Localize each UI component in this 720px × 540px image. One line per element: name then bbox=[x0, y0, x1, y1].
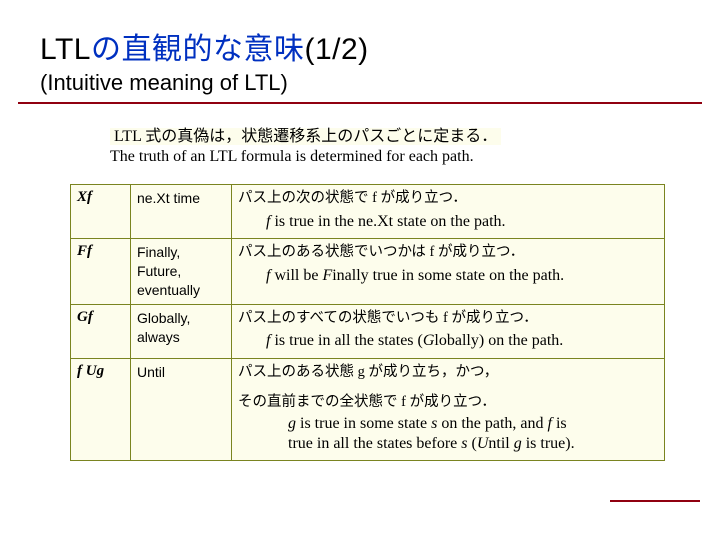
name-cell: Finally, Future, eventually bbox=[130, 239, 231, 305]
var-g: g bbox=[288, 415, 296, 432]
op-label: Ff bbox=[77, 243, 92, 259]
desc-en-mid: is true in all the states ( bbox=[270, 332, 422, 349]
t: ( bbox=[468, 435, 477, 452]
op-cell: Ff bbox=[71, 239, 131, 305]
title-area: LTLの直観的な意味(1/2) (Intuitive meaning of LT… bbox=[0, 0, 720, 96]
desc-cell: パス上のすべての状態でいつも f が成り立つ． f is true in all… bbox=[232, 304, 665, 358]
title-rule bbox=[18, 102, 702, 104]
desc-en-mid: will be bbox=[274, 267, 322, 284]
t: is true in some state bbox=[296, 415, 431, 432]
op-name: Until bbox=[137, 364, 165, 380]
desc-en: f will be Finally true in some state on … bbox=[266, 265, 658, 287]
title-middle: の直観的な意味 bbox=[91, 33, 305, 66]
t: on the path, and bbox=[437, 415, 547, 432]
desc-ja: パス上のある状態 g が成り立ち，かつ， bbox=[238, 363, 658, 383]
t: is bbox=[552, 415, 567, 432]
desc-en-text: inally true in some state on the path. bbox=[332, 267, 564, 284]
op-name: ne.Xt time bbox=[137, 190, 200, 206]
desc-ja: パス上のある状態でいつかは f が成り立つ． bbox=[238, 244, 524, 260]
desc-en: f is true in the ne.Xt state on the path… bbox=[266, 211, 658, 233]
table-row: Gf Globally, always パス上のすべての状態でいつも f が成り… bbox=[71, 304, 665, 358]
t: true in all the states before bbox=[288, 435, 461, 452]
t: ntil bbox=[488, 435, 513, 452]
slide: LTLの直観的な意味(1/2) (Intuitive meaning of LT… bbox=[0, 0, 720, 540]
desc-ja: パス上のすべての状態でいつも f が成り立つ． bbox=[238, 310, 538, 326]
op-label: f Ug bbox=[77, 363, 104, 379]
desc-en-text: lobally) on the path. bbox=[434, 332, 563, 349]
table-row: Ff Finally, Future, eventually パス上のある状態で… bbox=[71, 239, 665, 305]
em-letter: U bbox=[477, 435, 489, 452]
desc-en: f is true in all the states (Globally) o… bbox=[266, 330, 658, 352]
op-label: Xf bbox=[77, 189, 92, 205]
name-cell: ne.Xt time bbox=[130, 185, 231, 239]
table-row: f Ug Until パス上のある状態 g が成り立ち，かつ， その直前までの全… bbox=[71, 358, 665, 460]
desc-cell: パス上の次の状態で f が成り立つ． f is true in the ne.X… bbox=[232, 185, 665, 239]
desc-ja: パス上の次の状態で f が成り立つ． bbox=[238, 190, 467, 206]
intro-block: LTL 式の真偽は，状態遷移系上のパスごとに定まる． The truth of … bbox=[110, 122, 600, 166]
intro-en: The truth of an LTL formula is determine… bbox=[110, 148, 600, 166]
op-name: Globally, always bbox=[137, 310, 190, 345]
table-row: Xf ne.Xt time パス上の次の状態で f が成り立つ． f is tr… bbox=[71, 185, 665, 239]
title-prefix: LTL bbox=[40, 33, 91, 66]
desc-en: g is true in some state s on the path, a… bbox=[288, 414, 658, 454]
desc-cell: パス上のある状態 g が成り立ち，かつ， その直前までの全状態で f が成り立つ… bbox=[232, 358, 665, 460]
em-letter: G bbox=[423, 332, 435, 349]
desc-cell: パス上のある状態でいつかは f が成り立つ． f will be Finally… bbox=[232, 239, 665, 305]
em-letter: F bbox=[322, 267, 332, 284]
desc-en-text: is true in the ne.Xt state on the path. bbox=[270, 213, 505, 230]
slide-title: LTLの直観的な意味(1/2) bbox=[40, 24, 680, 68]
operators-table: Xf ne.Xt time パス上の次の状態で f が成り立つ． f is tr… bbox=[70, 184, 665, 461]
desc-ja: その直前までの全状態で f が成り立つ． bbox=[238, 393, 658, 413]
op-label: Gf bbox=[77, 309, 93, 325]
t: is true). bbox=[522, 435, 575, 452]
op-name: Finally, Future, eventually bbox=[137, 244, 200, 298]
op-cell: f Ug bbox=[71, 358, 131, 460]
footer-rule-right bbox=[610, 500, 700, 502]
name-cell: Globally, always bbox=[130, 304, 231, 358]
op-cell: Xf bbox=[71, 185, 131, 239]
var-g: g bbox=[514, 435, 522, 452]
slide-subtitle: (Intuitive meaning of LTL) bbox=[40, 70, 680, 96]
op-cell: Gf bbox=[71, 304, 131, 358]
name-cell: Until bbox=[130, 358, 231, 460]
intro-ja: LTL 式の真偽は，状態遷移系上のパスごとに定まる． bbox=[110, 128, 501, 145]
title-suffix: (1/2) bbox=[304, 33, 368, 66]
